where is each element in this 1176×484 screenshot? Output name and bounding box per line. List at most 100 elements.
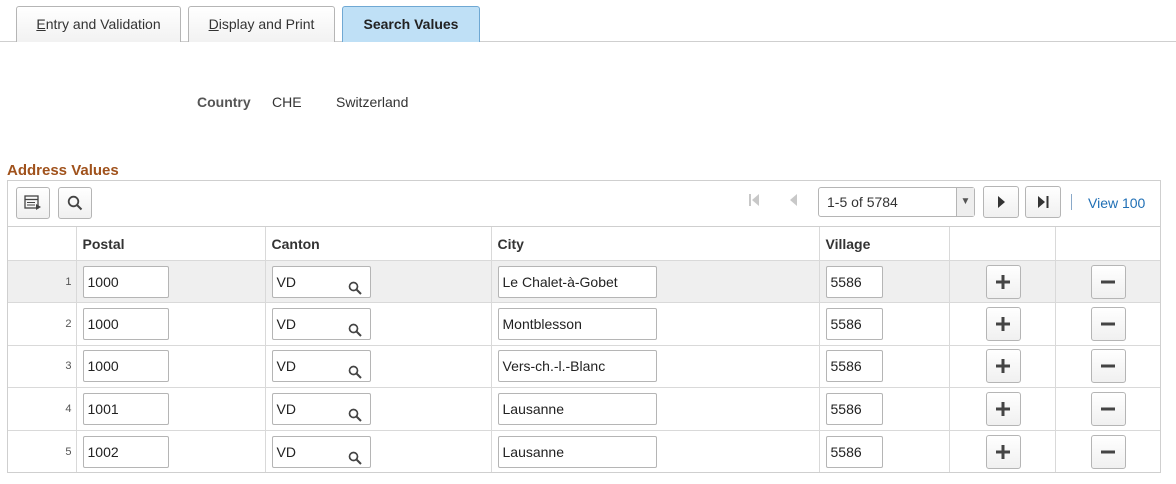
table-row: 5 1002 VD Lausanne 5586 xyxy=(8,429,1160,473)
village-cell: 5586 xyxy=(818,387,949,431)
search-icon xyxy=(67,195,83,211)
postal-input[interactable]: 1001 xyxy=(82,392,169,425)
tab-search-values[interactable]: Search Values xyxy=(342,6,480,42)
city-cell: Vers-ch.-l.-Blanc xyxy=(490,344,819,388)
add-cell xyxy=(948,302,1055,346)
add-row-button[interactable] xyxy=(985,264,1021,299)
canton-value: VD xyxy=(276,443,296,460)
city-cell: Lausanne xyxy=(490,429,819,473)
tab-bar: Entry and Validation Display and Print S… xyxy=(0,0,1176,42)
add-cell xyxy=(948,429,1055,473)
canton-cell: VD xyxy=(264,429,491,473)
village-input[interactable]: 5586 xyxy=(825,435,883,468)
tab-display-and-print[interactable]: Display and Print xyxy=(188,6,335,42)
postal-input[interactable]: 1000 xyxy=(82,350,169,383)
toolbar-separator xyxy=(1071,194,1072,210)
delete-row-button[interactable] xyxy=(1090,391,1126,426)
plus-icon xyxy=(996,444,1010,459)
postal-input[interactable]: 1000 xyxy=(82,308,169,341)
postal-cell: 1000 xyxy=(75,344,265,388)
previous-page-disabled-icon xyxy=(788,193,798,210)
lookup-search-icon[interactable] xyxy=(348,317,362,347)
delete-row-button[interactable] xyxy=(1090,307,1126,342)
minus-icon xyxy=(1101,407,1115,411)
row-number: 3 xyxy=(8,344,76,388)
postal-input[interactable]: 1000 xyxy=(82,265,169,298)
canton-input[interactable]: VD xyxy=(271,265,371,298)
lookup-search-icon[interactable] xyxy=(348,445,362,475)
tab-label: ntry and Validation xyxy=(45,16,161,32)
chevron-down-icon: ▼ xyxy=(956,188,974,216)
country-label: Country xyxy=(197,94,251,110)
village-column-header: Village xyxy=(818,226,949,261)
view-100-link[interactable]: View 100 xyxy=(1088,195,1145,211)
plus-icon xyxy=(996,317,1010,332)
row-number: 1 xyxy=(8,259,76,303)
canton-cell: VD xyxy=(264,259,491,303)
last-page-button[interactable] xyxy=(1025,186,1061,218)
row-number: 2 xyxy=(8,302,76,346)
village-input[interactable]: 5586 xyxy=(825,350,883,383)
village-cell: 5586 xyxy=(818,259,949,303)
add-column-header xyxy=(948,226,1055,261)
tab-entry-and-validation[interactable]: Entry and Validation xyxy=(16,6,181,42)
city-input[interactable]: Lausanne xyxy=(497,392,657,425)
city-input[interactable]: Lausanne xyxy=(497,435,657,468)
row-number: 5 xyxy=(8,429,76,473)
plus-icon xyxy=(996,274,1010,289)
city-input[interactable]: Vers-ch.-l.-Blanc xyxy=(497,350,657,383)
table-row: 2 1000 VD Montblesson 5586 xyxy=(8,302,1160,346)
village-input[interactable]: 5586 xyxy=(825,308,883,341)
add-row-button[interactable] xyxy=(985,434,1021,469)
postal-cell: 1001 xyxy=(75,387,265,431)
lookup-search-icon[interactable] xyxy=(348,359,362,389)
minus-icon xyxy=(1101,322,1115,326)
canton-input[interactable]: VD xyxy=(271,435,371,468)
row-range-select[interactable]: 1-5 of 5784 ▼ xyxy=(818,187,975,217)
add-cell xyxy=(948,259,1055,303)
canton-value: VD xyxy=(276,358,296,375)
canton-input[interactable]: VD xyxy=(271,350,371,383)
tab-label: Search Values xyxy=(363,16,459,32)
village-input[interactable]: 5586 xyxy=(825,392,883,425)
delete-cell xyxy=(1054,302,1160,346)
lookup-search-icon[interactable] xyxy=(348,402,362,432)
village-input[interactable]: 5586 xyxy=(825,265,883,298)
address-table: Postal Canton City Village 1 1000 VD Le … xyxy=(8,226,1160,473)
canton-value: VD xyxy=(276,273,296,290)
add-row-button[interactable] xyxy=(985,349,1021,384)
canton-input[interactable]: VD xyxy=(271,308,371,341)
grid-settings-icon xyxy=(24,195,41,210)
country-code: CHE xyxy=(272,94,302,110)
personalize-button[interactable] xyxy=(16,187,50,219)
tab-accel-letter: D xyxy=(208,16,219,32)
lookup-search-icon[interactable] xyxy=(348,275,362,305)
delete-row-button[interactable] xyxy=(1090,349,1126,384)
delete-row-button[interactable] xyxy=(1090,264,1126,299)
add-row-button[interactable] xyxy=(985,391,1021,426)
canton-value: VD xyxy=(276,400,296,417)
table-header-row: Postal Canton City Village xyxy=(8,226,1160,261)
postal-cell: 1000 xyxy=(75,259,265,303)
city-input[interactable]: Montblesson xyxy=(497,308,657,341)
find-button[interactable] xyxy=(58,187,92,219)
first-page-disabled-icon xyxy=(748,193,760,210)
row-number: 4 xyxy=(8,387,76,431)
city-input[interactable]: Le Chalet-à-Gobet xyxy=(497,265,657,298)
city-cell: Le Chalet-à-Gobet xyxy=(490,259,819,303)
minus-icon xyxy=(1101,364,1115,368)
canton-input[interactable]: VD xyxy=(271,392,371,425)
delete-cell xyxy=(1054,387,1160,431)
row-range-value: 1-5 of 5784 xyxy=(827,194,898,210)
minus-icon xyxy=(1101,450,1115,453)
table-row: 4 1001 VD Lausanne 5586 xyxy=(8,387,1160,431)
delete-row-button[interactable] xyxy=(1090,434,1126,469)
village-cell: 5586 xyxy=(818,302,949,346)
postal-column-header: Postal xyxy=(75,226,265,261)
canton-column-header: Canton xyxy=(264,226,491,261)
delete-column-header xyxy=(1054,226,1160,261)
plus-icon xyxy=(996,359,1010,374)
postal-input[interactable]: 1002 xyxy=(82,435,169,468)
next-page-button[interactable] xyxy=(983,186,1019,218)
add-row-button[interactable] xyxy=(985,307,1021,342)
